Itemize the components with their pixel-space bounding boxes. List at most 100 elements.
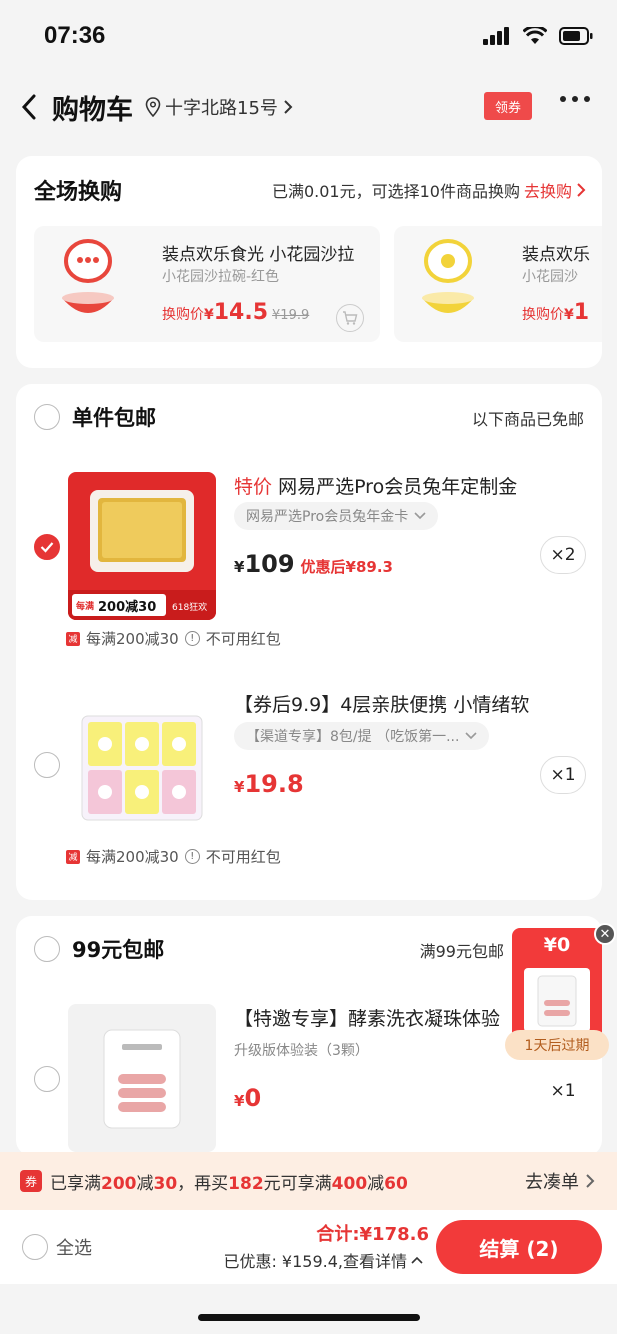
item-select-radio[interactable] xyxy=(34,752,60,778)
item-select-radio[interactable] xyxy=(34,534,60,560)
item-sku-text: 【渠道专享】8包/提 （吃饭第一... xyxy=(246,729,460,745)
swap-item[interactable]: 装点欢乐 小花园沙 换购价 ¥ 1 xyxy=(394,226,602,342)
swap-link[interactable]: 去换购 xyxy=(524,178,572,202)
item-promo-line: 减 每满200减30 ! 不可用红包 xyxy=(66,846,281,867)
quantity-stepper[interactable]: ×1 xyxy=(540,756,586,794)
cart-icon xyxy=(343,311,358,325)
item-sku-text: 升级版体验装（3颗） xyxy=(234,1043,369,1059)
section-note: 以下商品已免邮 xyxy=(471,410,584,429)
page-title: 购物车 xyxy=(52,94,133,126)
checkout-button[interactable]: 结算 (2) xyxy=(436,1220,602,1274)
cart-item: 每满 200减30 618狂欢 特价 网易严选Pro会员兔年定制金 网易严选Pr… xyxy=(16,472,602,652)
add-more-label: 去凑单 xyxy=(525,1172,579,1193)
location-pin-icon xyxy=(145,97,161,117)
swap-price-value: 1 xyxy=(573,300,590,325)
item-sku-text: 网易严选Pro会员兔年金卡 xyxy=(246,509,409,525)
saved-text: 已优惠: ¥159.4,查看详情 xyxy=(223,1252,407,1271)
item-price-value: 0 xyxy=(244,1084,262,1112)
check-icon xyxy=(40,542,54,553)
floating-coupon-expire: 1天后过期 xyxy=(505,1030,609,1060)
get-coupon-button[interactable]: 领券 xyxy=(484,92,532,120)
home-indicator xyxy=(198,1314,420,1321)
coupon-icon: 券 xyxy=(20,1170,42,1192)
chevron-right-icon xyxy=(284,100,293,114)
item-sku-selector[interactable]: 网易严选Pro会员兔年金卡 xyxy=(234,502,439,530)
swap-price-label: 换购价 xyxy=(522,307,564,323)
item-promo-text: 每满200减30 xyxy=(86,848,179,866)
swap-item-name: 装点欢乐食光 小花园沙拉 xyxy=(162,245,355,265)
status-bar: 07:36 xyxy=(0,0,617,72)
signal-icon xyxy=(483,27,509,45)
swap-title: 全场换购 xyxy=(34,180,123,205)
item-promo-line: 减 每满200减30 ! 不可用红包 xyxy=(66,628,281,649)
item-title: 网易严选Pro会员兔年定制金 xyxy=(278,476,518,498)
section-select-radio[interactable] xyxy=(34,404,60,430)
currency-symbol: ¥ xyxy=(234,558,245,576)
chevron-up-icon xyxy=(411,1256,423,1264)
section-header: 99元包邮 xyxy=(34,934,164,964)
section-header: 单件包邮 xyxy=(34,402,156,432)
wifi-icon xyxy=(523,27,547,44)
address-text: 十字北路15号 xyxy=(165,98,278,119)
single-shipping-card: 单件包邮 以下商品已免邮 每满 200减30 618狂欢 特价 网易严选Pro会 xyxy=(16,384,602,900)
address-selector[interactable]: 十字北路15号 xyxy=(145,94,294,120)
item-price: ¥ 109 优惠后¥89.3 xyxy=(234,550,393,578)
item-no-redpack: 不可用红包 xyxy=(205,848,281,866)
promo-bar-text: 已享满200减30，再买182元可享满400减60 xyxy=(50,1173,408,1194)
swap-price-label: 换购价 xyxy=(162,307,204,323)
tissue-pack-image[interactable] xyxy=(68,690,216,838)
quantity-label: ×1 xyxy=(540,1072,586,1110)
saved-details[interactable]: 已优惠: ¥159.4,查看详情 xyxy=(223,1248,423,1272)
currency-symbol: ¥ xyxy=(564,307,574,323)
close-icon[interactable]: ✕ xyxy=(594,923,616,945)
salad-bowl-yellow-image xyxy=(422,239,474,313)
item-no-redpack: 不可用红包 xyxy=(205,630,281,648)
total-price: 合计:¥178.6 xyxy=(316,1224,429,1245)
item-select-radio[interactable] xyxy=(34,1066,60,1092)
chevron-right-icon xyxy=(586,1174,595,1188)
detergent-pods-image[interactable] xyxy=(68,1004,216,1152)
more-icon[interactable] xyxy=(560,96,590,102)
item-tag: 特价 xyxy=(234,476,273,498)
discount-icon: 减 xyxy=(66,849,80,864)
quantity-stepper[interactable]: ×2 xyxy=(540,536,586,574)
swap-card: 全场换购 已满0.01元，可选择10件商品换购 去换购 装点欢乐食光 小花园沙拉… xyxy=(16,156,602,368)
status-time: 07:36 xyxy=(44,22,106,49)
section-select-radio[interactable] xyxy=(34,936,60,962)
add-to-cart-button[interactable] xyxy=(336,304,364,332)
item-name[interactable]: 特价 网易严选Pro会员兔年定制金 xyxy=(234,472,517,499)
swap-item[interactable]: 装点欢乐食光 小花园沙拉 小花园沙拉碗-红色 换购价 ¥ 14.5 ¥19.9 xyxy=(34,226,380,342)
gold-card-image[interactable]: 每满 200减30 618狂欢 xyxy=(68,472,216,620)
thumb-badge-prefix: 每满 xyxy=(76,602,95,612)
add-more-link[interactable]: 去凑单 xyxy=(525,1168,595,1194)
section-note: 满99元包邮 xyxy=(419,942,504,961)
swap-item-name: 装点欢乐 xyxy=(522,245,590,265)
chevron-right-icon xyxy=(577,183,586,197)
item-name[interactable]: 【特邀专享】酵素洗衣凝珠体验 xyxy=(234,1004,500,1031)
back-icon[interactable] xyxy=(20,93,38,121)
checkout-bar: 全选 合计:¥178.6 已优惠: ¥159.4,查看详情 结算 (2) xyxy=(0,1210,617,1284)
item-name[interactable]: 【券后9.9】4层亲肤便携 小情绪软 xyxy=(234,690,529,717)
select-all-radio[interactable] xyxy=(22,1234,48,1260)
info-icon: ! xyxy=(184,631,200,646)
item-after-discount-price: 优惠后¥89.3 xyxy=(300,558,393,576)
cart-item: 【券后9.9】4层亲肤便携 小情绪软 【渠道专享】8包/提 （吃饭第一... ¥… xyxy=(16,690,602,870)
select-all[interactable]: 全选 xyxy=(22,1234,92,1260)
promo-bar[interactable]: 券 已享满200减30，再买182元可享满400减60 去凑单 xyxy=(0,1152,617,1210)
thumb-badge-text: 200减30 xyxy=(98,600,157,615)
swap-item-price: 换购价 ¥ 1 xyxy=(522,300,589,325)
detergent-pods-graphic xyxy=(103,1029,181,1129)
swap-info-text: 已满0.01元，可选择10件商品换购 xyxy=(271,182,520,201)
currency-symbol: ¥ xyxy=(204,307,214,323)
item-sku-selector[interactable]: 【渠道专享】8包/提 （吃饭第一... xyxy=(234,722,490,750)
swap-old-price: ¥19.9 xyxy=(272,308,310,323)
battery-icon xyxy=(559,27,593,45)
swap-info: 已满0.01元，可选择10件商品换购 去换购 xyxy=(272,178,586,202)
swap-price-value: 14.5 xyxy=(213,300,269,325)
section-title: 99元包邮 xyxy=(72,938,165,962)
floating-coupon-image xyxy=(524,968,590,1032)
item-promo-text: 每满200减30 xyxy=(86,630,179,648)
item-price: ¥ 0 xyxy=(234,1084,261,1112)
chevron-down-icon xyxy=(414,512,426,520)
currency-symbol: ¥ xyxy=(234,1092,245,1110)
